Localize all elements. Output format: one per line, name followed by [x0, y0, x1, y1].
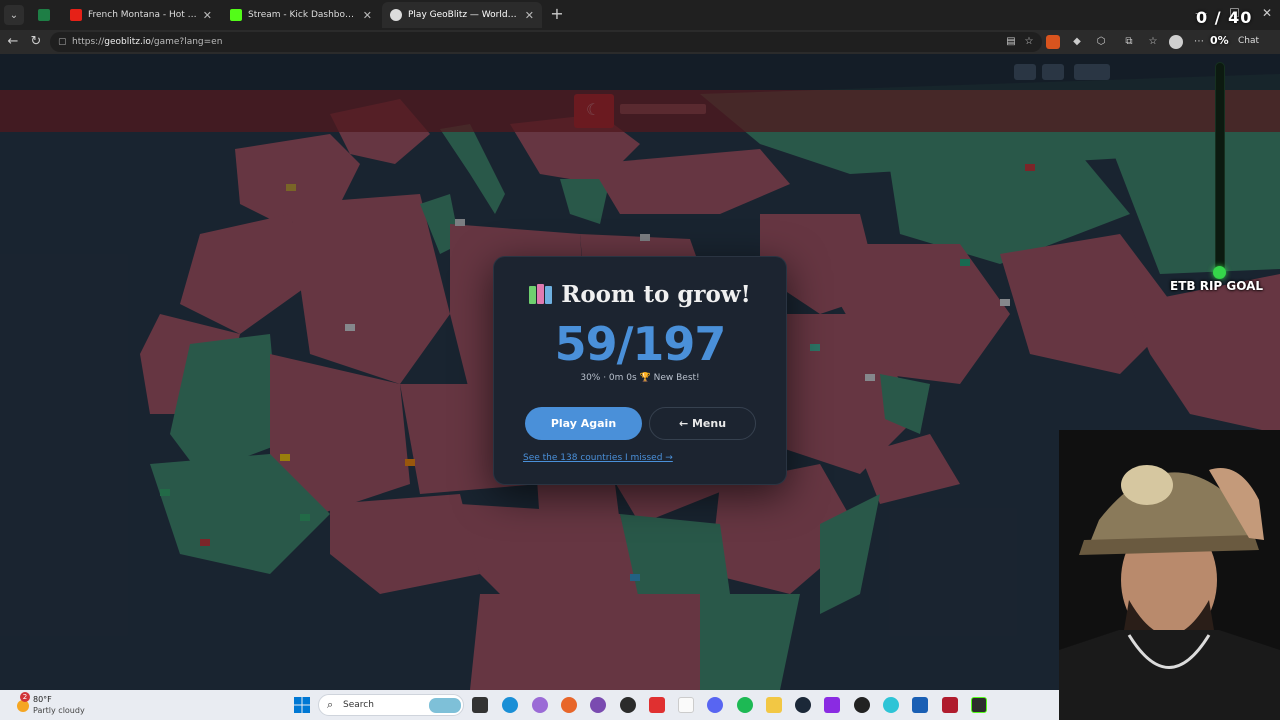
menu-button[interactable]: ← Menu [649, 407, 756, 440]
browser-toolbar: ← ↻ ▢ https://geoblitz.io/game?lang=en ▤… [0, 30, 1280, 54]
screen: ⌄ French Montana - Hot Boy Bling ft ✕ St… [0, 0, 1280, 720]
goal-progress-track [1215, 62, 1225, 274]
browser-tab-bar: ⌄ French Montana - Hot Boy Bling ft ✕ St… [0, 0, 1280, 30]
header-button[interactable] [1134, 64, 1154, 80]
edge-icon[interactable] [502, 697, 518, 713]
itunes-icon[interactable] [678, 697, 694, 713]
game-header [0, 54, 1280, 90]
copilot-icon[interactable] [532, 697, 548, 713]
collections-icon[interactable]: ☆ [1146, 35, 1160, 49]
missed-countries-link[interactable]: See the 138 countries I missed → [523, 453, 673, 463]
windows-taskbar: 2 80°F Partly cloudy ⌕ Search [0, 690, 1059, 720]
back-arrow-icon[interactable]: ← [5, 34, 21, 50]
app-icon-v[interactable] [942, 697, 958, 713]
chat-button[interactable]: Chat [1238, 36, 1259, 46]
webcam-feed [1059, 430, 1280, 720]
url-host: geoblitz.io [104, 37, 151, 47]
url-path: /game?lang=en [150, 37, 223, 47]
profile-avatar-icon[interactable] [1169, 35, 1183, 49]
file-explorer-icon[interactable] [766, 697, 782, 713]
target-country-banner [0, 90, 1280, 132]
tab-2-title: French Montana - Hot Boy Bling ft [88, 10, 197, 20]
site-info-icon[interactable]: ▢ [58, 32, 67, 52]
search-highlight-icon [429, 698, 461, 713]
play-again-button[interactable]: Play Again [525, 407, 642, 440]
extension-puzzle-icon[interactable]: ⬡ [1094, 35, 1108, 49]
close-icon[interactable]: ✕ [525, 9, 534, 22]
app-icon-purple[interactable] [590, 697, 606, 713]
search-icon: ⌕ [327, 698, 334, 711]
extension-fox-icon[interactable] [1046, 35, 1060, 49]
weather-temperature[interactable]: 80°F [33, 695, 52, 704]
youtube-icon [70, 9, 82, 21]
score-display: 59/197 [554, 317, 727, 371]
split-screen-icon[interactable]: ⧉ [1122, 35, 1136, 49]
header-stat [1042, 64, 1064, 80]
tab-3[interactable]: Stream - Kick Dashboard ✕ [222, 2, 380, 28]
more-options-icon[interactable]: ⋯ [1192, 35, 1206, 49]
reader-view-icon[interactable]: ▤ [1004, 35, 1018, 49]
tab-actions-icon[interactable]: ⌄ [4, 5, 24, 25]
goal-label: ETB RIP GOAL [1170, 279, 1264, 293]
tab-4[interactable]: Play GeoBlitz — World Geography ✕ [382, 2, 542, 28]
results-modal: Room to grow! 59/197 30% · 0m 0s 🏆 New B… [493, 256, 787, 485]
turkey-flag-icon [574, 94, 614, 128]
task-view-icon[interactable] [472, 697, 488, 713]
goal-progress-indicator [1213, 266, 1226, 279]
weather-condition[interactable]: Partly cloudy [33, 706, 85, 715]
notification-badge: 2 [20, 692, 30, 702]
spreadsheet-icon [38, 9, 50, 21]
app-icon-dark[interactable] [854, 697, 870, 713]
search-label: Search [343, 700, 374, 710]
fx-app-icon[interactable] [912, 697, 928, 713]
header-button[interactable] [1170, 64, 1204, 80]
tab-1[interactable] [30, 2, 60, 28]
tab-3-title: Stream - Kick Dashboard [248, 10, 357, 20]
app-icon-stripes[interactable] [824, 697, 840, 713]
webcam-image [1059, 430, 1280, 720]
favorite-star-icon[interactable]: ☆ [1022, 35, 1036, 49]
banner-text [620, 104, 706, 114]
url-prefix: https:// [72, 37, 105, 47]
tab-4-title: Play GeoBlitz — World Geography [408, 10, 519, 20]
globe-icon [390, 9, 402, 21]
stream-counter: 0 / 40 [1196, 8, 1253, 27]
header-stat [1014, 64, 1036, 80]
modal-title-text: Room to grow! [561, 281, 751, 308]
close-icon[interactable]: ✕ [203, 9, 212, 22]
app-icon-green[interactable] [971, 697, 987, 713]
books-icon [529, 284, 553, 304]
modal-title: Room to grow! [494, 281, 786, 308]
reload-icon[interactable]: ↻ [28, 34, 44, 50]
tab-2[interactable]: French Montana - Hot Boy Bling ft ✕ [62, 2, 220, 28]
close-window-icon[interactable]: ✕ [1262, 6, 1272, 20]
close-icon[interactable]: ✕ [363, 9, 372, 22]
score-subtitle: 30% · 0m 0s 🏆 New Best! [580, 373, 700, 383]
stream-percent: 0% [1210, 34, 1229, 47]
app-icon-red[interactable] [649, 697, 665, 713]
extension-diamond-icon[interactable]: ◆ [1070, 35, 1084, 49]
discord-icon[interactable] [707, 697, 723, 713]
new-tab-button[interactable]: + [548, 5, 566, 23]
windows-start-icon[interactable] [294, 697, 310, 713]
spotify-icon[interactable] [737, 697, 753, 713]
app-icon-cyan[interactable] [883, 697, 899, 713]
header-stat [1074, 64, 1110, 80]
steam-icon[interactable] [795, 697, 811, 713]
taskbar-search[interactable]: ⌕ Search [318, 694, 464, 716]
kick-icon [230, 9, 242, 21]
firefox-icon[interactable] [561, 697, 577, 713]
obs-icon[interactable] [620, 697, 636, 713]
address-bar[interactable]: ▢ https://geoblitz.io/game?lang=en [50, 32, 1042, 52]
